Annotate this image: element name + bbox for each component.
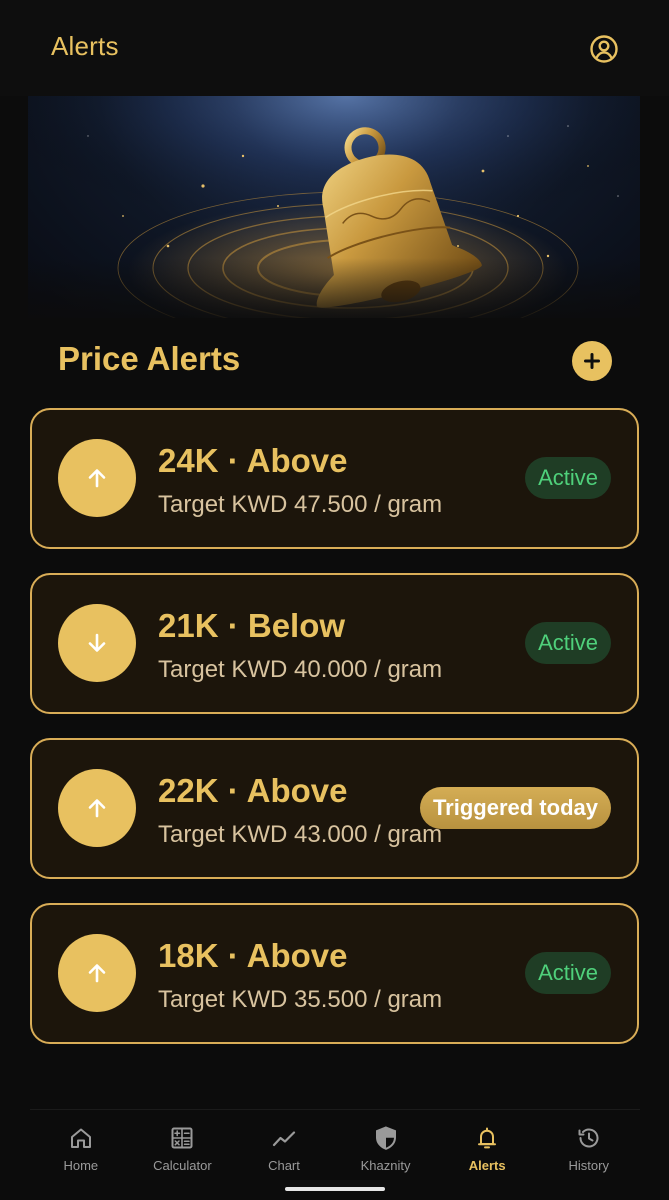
section-title: Price Alerts: [58, 340, 241, 377]
alert-title: 24K · Above: [158, 442, 348, 479]
bell-icon: [478, 1127, 497, 1149]
direction-indicator: [58, 934, 136, 1012]
alert-card[interactable]: 21K · Below Target KWD 40.000 / gram Activ…: [30, 573, 639, 714]
alert-title: 21K · Below: [158, 607, 346, 644]
alert-target: Target KWD 47.500 / gram: [158, 491, 443, 518]
nav-label: Calculator: [153, 1158, 212, 1173]
history-icon: [578, 1128, 599, 1148]
status-badge: Active: [525, 952, 611, 994]
alert-card[interactable]: 18K · Above Target KWD 35.500 / gram Activ…: [30, 903, 639, 1044]
nav-item-alerts[interactable]: Alerts: [436, 1110, 538, 1178]
alert-target: Target KWD 35.500 / gram: [158, 986, 443, 1013]
nav-label: Chart: [268, 1158, 300, 1173]
alert-list: 24K · Above Target KWD 47.500 / gram Activ…: [30, 408, 640, 1068]
alert-title: 22K · Above: [158, 772, 348, 809]
alert-target: Target KWD 40.000 / gram: [158, 656, 443, 683]
alert-title: 18K · Above: [158, 937, 348, 974]
status-badge: Active: [525, 457, 611, 499]
home-indicator[interactable]: [285, 1187, 385, 1191]
shield-icon: [375, 1126, 396, 1150]
hero-fade: [28, 258, 640, 318]
top-app-bar: Alerts: [0, 0, 669, 96]
nav-label: Home: [63, 1158, 99, 1173]
nav-item-khaznity[interactable]: Khaznity: [335, 1110, 437, 1178]
alert-target: Target KWD 43.000 / gram: [158, 821, 443, 848]
direction-indicator: [58, 439, 136, 517]
nav-item-chart[interactable]: Chart: [233, 1110, 335, 1178]
plus-icon: [584, 353, 600, 369]
calculator-icon: [171, 1127, 193, 1149]
arrow-up-icon: [88, 964, 106, 983]
nav-item-calculator[interactable]: Calculator: [132, 1110, 234, 1178]
chart-line-icon: [272, 1131, 296, 1147]
account-circle-icon: [590, 35, 618, 63]
nav-label: Alerts: [468, 1158, 506, 1173]
nav-label: Khaznity: [360, 1158, 411, 1173]
direction-indicator: [58, 604, 136, 682]
home-icon: [70, 1128, 91, 1148]
alert-card[interactable]: 24K · Above Target KWD 47.500 / gram Activ…: [30, 408, 639, 549]
bottom-navigation: Home Calculator Chart Khaznity Alerts History: [30, 1109, 640, 1178]
arrow-up-icon: [88, 799, 106, 818]
arrow-down-icon: [88, 633, 106, 652]
nav-item-home[interactable]: Home: [30, 1110, 132, 1178]
page-title: Alerts: [51, 31, 119, 61]
nav-label: History: [568, 1158, 609, 1173]
direction-indicator: [58, 769, 136, 847]
hero-banner: [28, 96, 640, 318]
arrow-up-icon: [88, 469, 106, 488]
status-badge: Triggered today: [419, 787, 611, 829]
account-button[interactable]: [588, 33, 620, 65]
add-alert-button[interactable]: [572, 341, 612, 381]
status-badge: Active: [525, 622, 611, 664]
alert-card[interactable]: 22K · Above Target KWD 43.000 / gram Trigg…: [30, 738, 639, 879]
nav-item-history[interactable]: History: [538, 1110, 640, 1178]
